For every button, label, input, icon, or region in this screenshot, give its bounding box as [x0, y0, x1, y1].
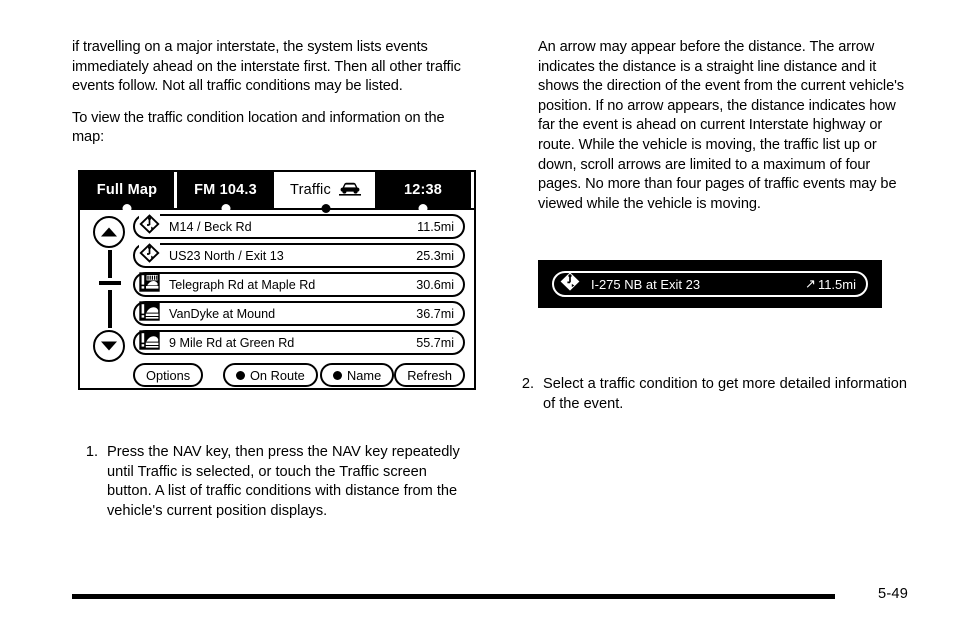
radio-selected-icon [333, 370, 343, 380]
traffic-item-label: 9 Mile Rd at Green Rd [169, 335, 295, 350]
traffic-list-item[interactable]: Telegraph Rd at Maple Rd 30.6mi [133, 272, 465, 297]
steps-right: 2. Select a traffic condition to get mor… [508, 375, 908, 414]
traffic-item-label: US23 North / Exit 13 [169, 248, 284, 263]
tab-radio-label: FM 104.3 [194, 182, 257, 198]
scroll-track-lower [108, 290, 112, 328]
left-column: if travelling on a major interstate, the… [72, 38, 480, 148]
step-item: 2. Select a traffic condition to get mor… [508, 375, 908, 414]
tab-traffic[interactable]: Traffic [277, 172, 375, 213]
scroll-track-upper [108, 250, 112, 278]
manual-page: if travelling on a major interstate, the… [0, 0, 954, 638]
tab-clock[interactable]: 12:38 [375, 172, 474, 213]
paragraph: To view the traffic condition location a… [72, 109, 445, 146]
traffic-item-label: Telegraph Rd at Maple Rd [169, 277, 316, 292]
tab-radio-fm[interactable]: FM 104.3 [177, 172, 277, 213]
chevron-down-icon [101, 341, 117, 351]
clock-label: 12:38 [403, 182, 443, 198]
traffic-event-callout: I-275 NB at Exit 23 ↗ 11.5mi [538, 260, 882, 308]
footer-divider [72, 594, 835, 599]
diamond-incident-icon [139, 214, 160, 239]
tab-indicator-dot [418, 204, 428, 213]
tab-indicator-dot [221, 204, 230, 213]
step-number: 1. [85, 444, 98, 460]
car-icon [338, 180, 362, 200]
step-text: Press the NAV key, then press the NAV ke… [107, 444, 460, 519]
callout-distance-value: 11.5mi [817, 276, 856, 292]
traffic-list-item[interactable]: US23 North / Exit 13 25.3mi [133, 243, 465, 268]
step-item: 1. Press the NAV key, then press the NAV… [72, 443, 472, 521]
options-button-label: Options [146, 367, 191, 383]
steps-left: 1. Press the NAV key, then press the NAV… [72, 443, 472, 521]
scroll-thumb-tick[interactable] [99, 281, 121, 285]
scrollbar[interactable] [89, 216, 131, 362]
chevron-up-icon [101, 227, 117, 237]
name-button-label: Name [347, 367, 382, 383]
tab-full-map-label: Full Map [96, 182, 158, 198]
traffic-item-label: M14 / Beck Rd [169, 219, 252, 234]
callout-label: I-275 NB at Exit 23 [591, 276, 701, 292]
name-button[interactable]: Name [320, 363, 395, 387]
traffic-list-item[interactable]: M14 / Beck Rd 11.5mi [133, 214, 465, 239]
page-number: 5-49 [878, 586, 909, 602]
traffic-button-bar: Options On Route Name Refresh [133, 363, 465, 387]
paragraph: An arrow may appear before the distance.… [538, 39, 904, 212]
on-route-button[interactable]: On Route [222, 363, 318, 387]
traffic-item-distance: 25.3mi [416, 248, 454, 263]
square-roadwork-icon [139, 301, 160, 326]
scroll-down-button[interactable] [93, 330, 125, 362]
square-construction-icon [139, 272, 160, 297]
navigation-screen-illustration: Full Map FM 104.3 Traffic 12:38 M14 / Be… [78, 170, 476, 390]
traffic-item-label: VanDyke at Mound [169, 306, 276, 321]
on-route-button-label: On Route [249, 367, 305, 383]
refresh-button[interactable]: Refresh [394, 363, 465, 387]
tab-indicator-dot [122, 204, 132, 213]
traffic-list: M14 / Beck Rd 11.5mi US23 North / Exit 1… [133, 214, 465, 359]
traffic-item-distance: 55.7mi [416, 335, 454, 350]
traffic-item-distance: 30.6mi [416, 277, 454, 292]
traffic-list-item[interactable]: VanDyke at Mound 36.7mi [133, 301, 465, 326]
paragraph: if travelling on a major interstate, the… [72, 39, 461, 95]
right-column: An arrow may appear before the distance.… [538, 38, 916, 214]
tab-full-map[interactable]: Full Map [80, 172, 177, 213]
tab-traffic-label: Traffic [290, 182, 331, 198]
nav-tab-bar: Full Map FM 104.3 Traffic 12:38 [80, 172, 474, 213]
callout-distance: ↗ 11.5mi [805, 276, 856, 292]
traffic-event-pill[interactable]: I-275 NB at Exit 23 ↗ 11.5mi [552, 271, 868, 297]
diamond-incident-icon [139, 243, 160, 268]
step-number: 2. [521, 376, 534, 392]
scroll-up-button[interactable] [93, 216, 125, 248]
step-text: Select a traffic condition to get more d… [543, 376, 907, 412]
direction-arrow-icon: ↗ [805, 276, 816, 291]
tab-indicator-dot [321, 204, 331, 213]
radio-selected-icon [235, 370, 245, 380]
traffic-item-distance: 36.7mi [416, 306, 454, 321]
traffic-item-distance: 11.5mi [417, 219, 454, 234]
square-roadwork-icon [139, 330, 160, 355]
diamond-incident-icon [559, 271, 581, 297]
refresh-button-label: Refresh [407, 367, 452, 383]
traffic-list-item[interactable]: 9 Mile Rd at Green Rd 55.7mi [133, 330, 465, 355]
options-button[interactable]: Options [133, 363, 204, 387]
traffic-list-panel: M14 / Beck Rd 11.5mi US23 North / Exit 1… [80, 208, 474, 388]
